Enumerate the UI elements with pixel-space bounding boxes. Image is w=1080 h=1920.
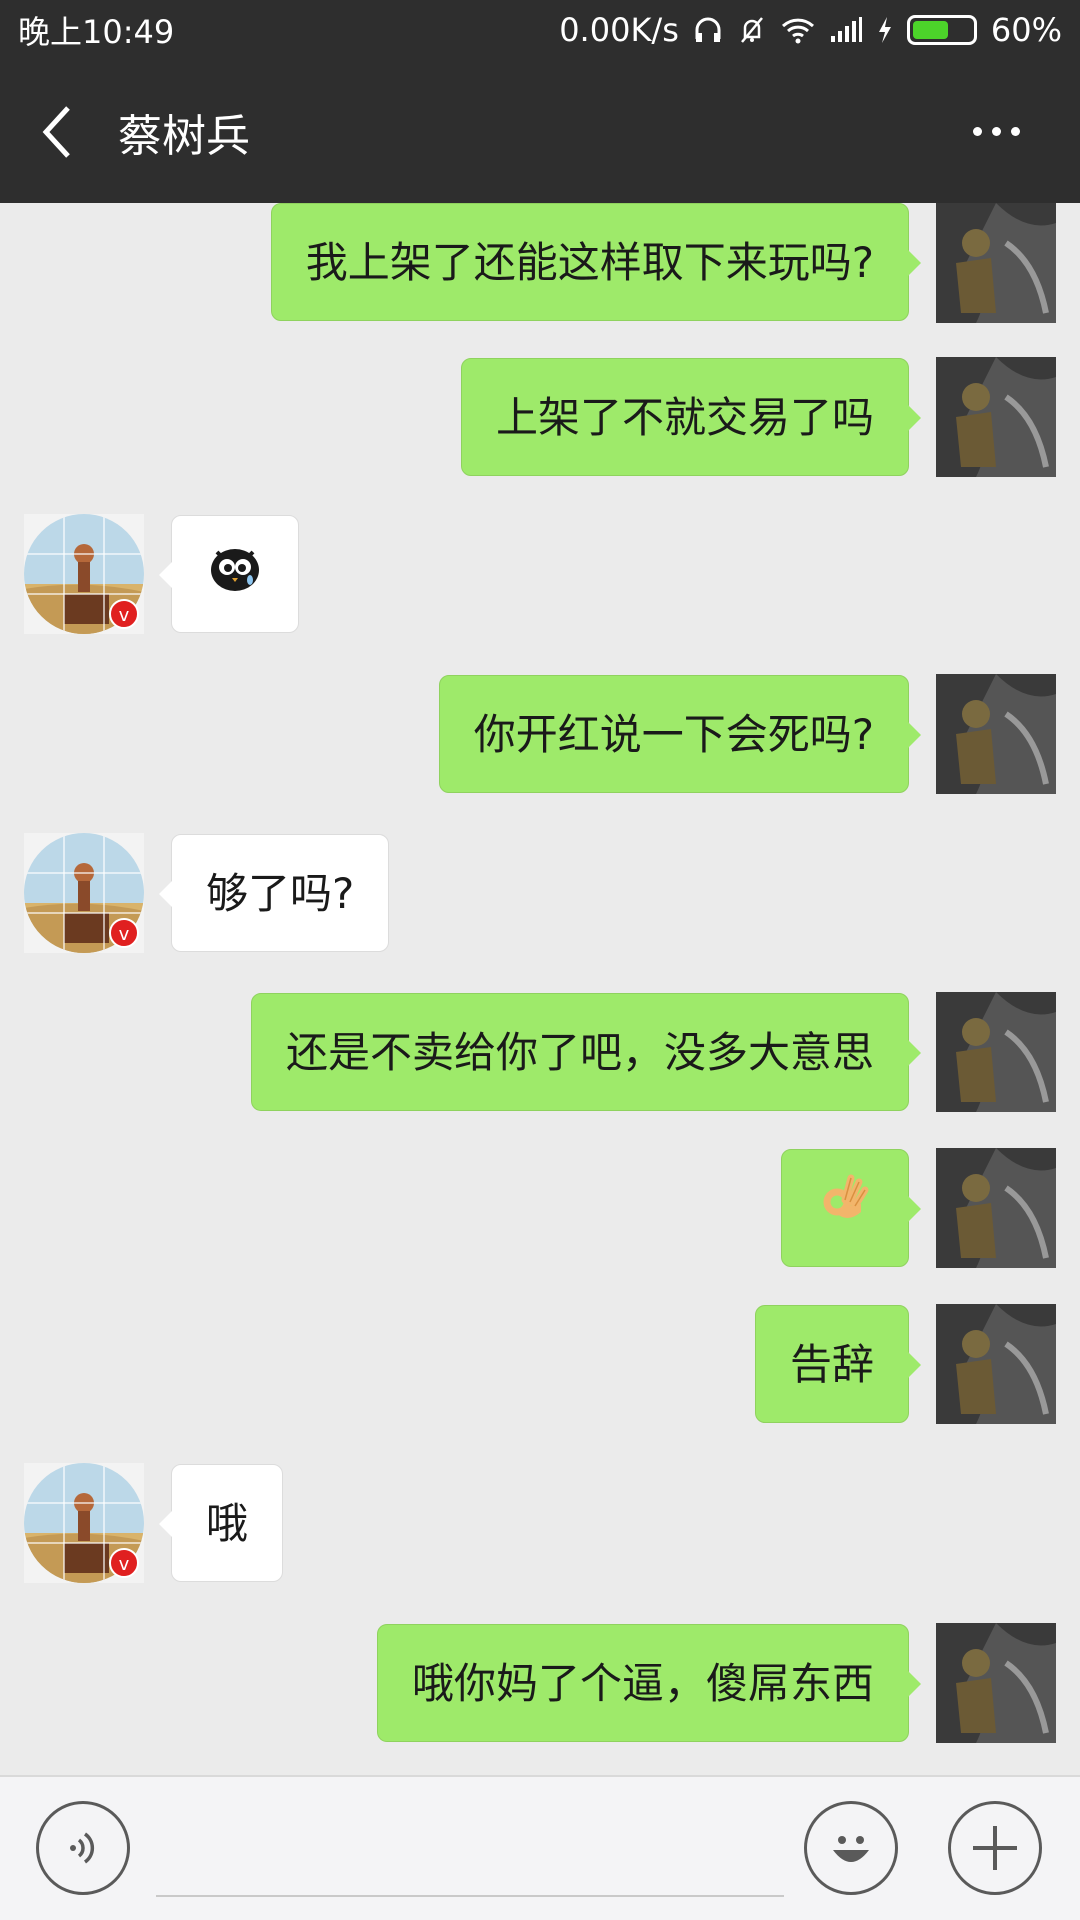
message-row: 上架了不就交易了吗 bbox=[0, 357, 1080, 477]
headphones-icon bbox=[693, 15, 723, 45]
bell-muted-icon bbox=[737, 15, 767, 45]
contact-avatar[interactable]: v bbox=[24, 1463, 144, 1583]
message-bubble-sent[interactable] bbox=[781, 1149, 921, 1267]
status-indicators: 0.00K/s 60% bbox=[559, 11, 1062, 49]
message-bubble-received[interactable] bbox=[159, 515, 299, 633]
my-avatar[interactable] bbox=[936, 992, 1056, 1112]
owl-emoji-icon bbox=[209, 519, 261, 637]
message-bubble-sent[interactable]: 我上架了还能这样取下来玩吗? bbox=[270, 203, 922, 321]
ok-hand-emoji-icon bbox=[817, 1153, 873, 1271]
contact-avatar[interactable]: v bbox=[24, 514, 144, 634]
svg-text:v: v bbox=[119, 1554, 130, 1575]
message-bubble-sent[interactable]: 还是不卖给你了吧，没多大意思 bbox=[250, 993, 922, 1111]
status-time: 晚上10:49 bbox=[18, 13, 175, 51]
wifi-icon bbox=[781, 16, 815, 44]
my-avatar[interactable] bbox=[936, 1148, 1056, 1268]
my-avatar[interactable] bbox=[936, 357, 1056, 477]
message-text: 上架了不就交易了吗 bbox=[495, 393, 874, 442]
emoji-icon[interactable] bbox=[804, 1801, 898, 1895]
message-bubble-received[interactable]: 够了吗? bbox=[158, 834, 390, 952]
message-text: 我上架了还能这样取下来玩吗? bbox=[305, 238, 874, 287]
message-row bbox=[0, 1148, 1080, 1268]
message-bubble-received[interactable]: 哦 bbox=[158, 1464, 284, 1582]
message-row: v 哦 bbox=[0, 1463, 1080, 1583]
my-avatar[interactable] bbox=[936, 1623, 1056, 1743]
message-text: 你开红说一下会死吗? bbox=[473, 710, 874, 759]
more-dots-icon[interactable] bbox=[973, 127, 1020, 136]
chat-messages[interactable]: 我上架了还能这样取下来玩吗? 上架了不就交易了吗 v 你开红说一下会死吗? v … bbox=[0, 203, 1080, 1775]
charging-icon bbox=[877, 16, 893, 44]
my-avatar[interactable] bbox=[936, 1304, 1056, 1424]
message-text: 哦你妈了个逼，傻屌东西 bbox=[411, 1659, 874, 1708]
message-row: 我上架了还能这样取下来玩吗? bbox=[0, 203, 1080, 323]
voice-icon[interactable] bbox=[36, 1801, 130, 1895]
input-bar bbox=[0, 1775, 1080, 1920]
battery-percent: 60% bbox=[990, 11, 1062, 49]
message-row: v 够了吗? bbox=[0, 833, 1080, 953]
plus-icon[interactable] bbox=[948, 1801, 1042, 1895]
contact-avatar[interactable]: v bbox=[24, 833, 144, 953]
chevron-left-icon[interactable] bbox=[28, 60, 88, 203]
network-speed: 0.00K/s bbox=[559, 11, 679, 49]
battery-icon bbox=[906, 15, 977, 45]
signal-icon bbox=[829, 16, 863, 44]
svg-text:v: v bbox=[119, 605, 130, 626]
svg-text:v: v bbox=[119, 924, 130, 945]
my-avatar[interactable] bbox=[936, 203, 1056, 323]
message-bubble-sent[interactable]: 哦你妈了个逼，傻屌东西 bbox=[376, 1624, 922, 1742]
message-text: 哦 bbox=[206, 1499, 249, 1548]
my-avatar[interactable] bbox=[936, 674, 1056, 794]
message-bubble-sent[interactable]: 告辞 bbox=[754, 1305, 922, 1423]
message-row: 还是不卖给你了吧，没多大意思 bbox=[0, 992, 1080, 1112]
message-bubble-sent[interactable]: 上架了不就交易了吗 bbox=[460, 358, 922, 476]
chat-header: 蔡树兵 bbox=[0, 60, 1080, 203]
message-row: 哦你妈了个逼，傻屌东西 bbox=[0, 1623, 1080, 1743]
message-text: 告辞 bbox=[789, 1340, 874, 1389]
message-text: 够了吗? bbox=[206, 869, 355, 918]
message-row: v bbox=[0, 514, 1080, 634]
message-text: 还是不卖给你了吧，没多大意思 bbox=[285, 1028, 874, 1077]
message-bubble-sent[interactable]: 你开红说一下会死吗? bbox=[438, 675, 922, 793]
message-input[interactable] bbox=[156, 1807, 784, 1897]
message-row: 告辞 bbox=[0, 1304, 1080, 1424]
status-bar: 晚上10:49 0.00K/s 60% bbox=[0, 0, 1080, 60]
message-row: 你开红说一下会死吗? bbox=[0, 674, 1080, 794]
contact-name: 蔡树兵 bbox=[118, 110, 250, 162]
